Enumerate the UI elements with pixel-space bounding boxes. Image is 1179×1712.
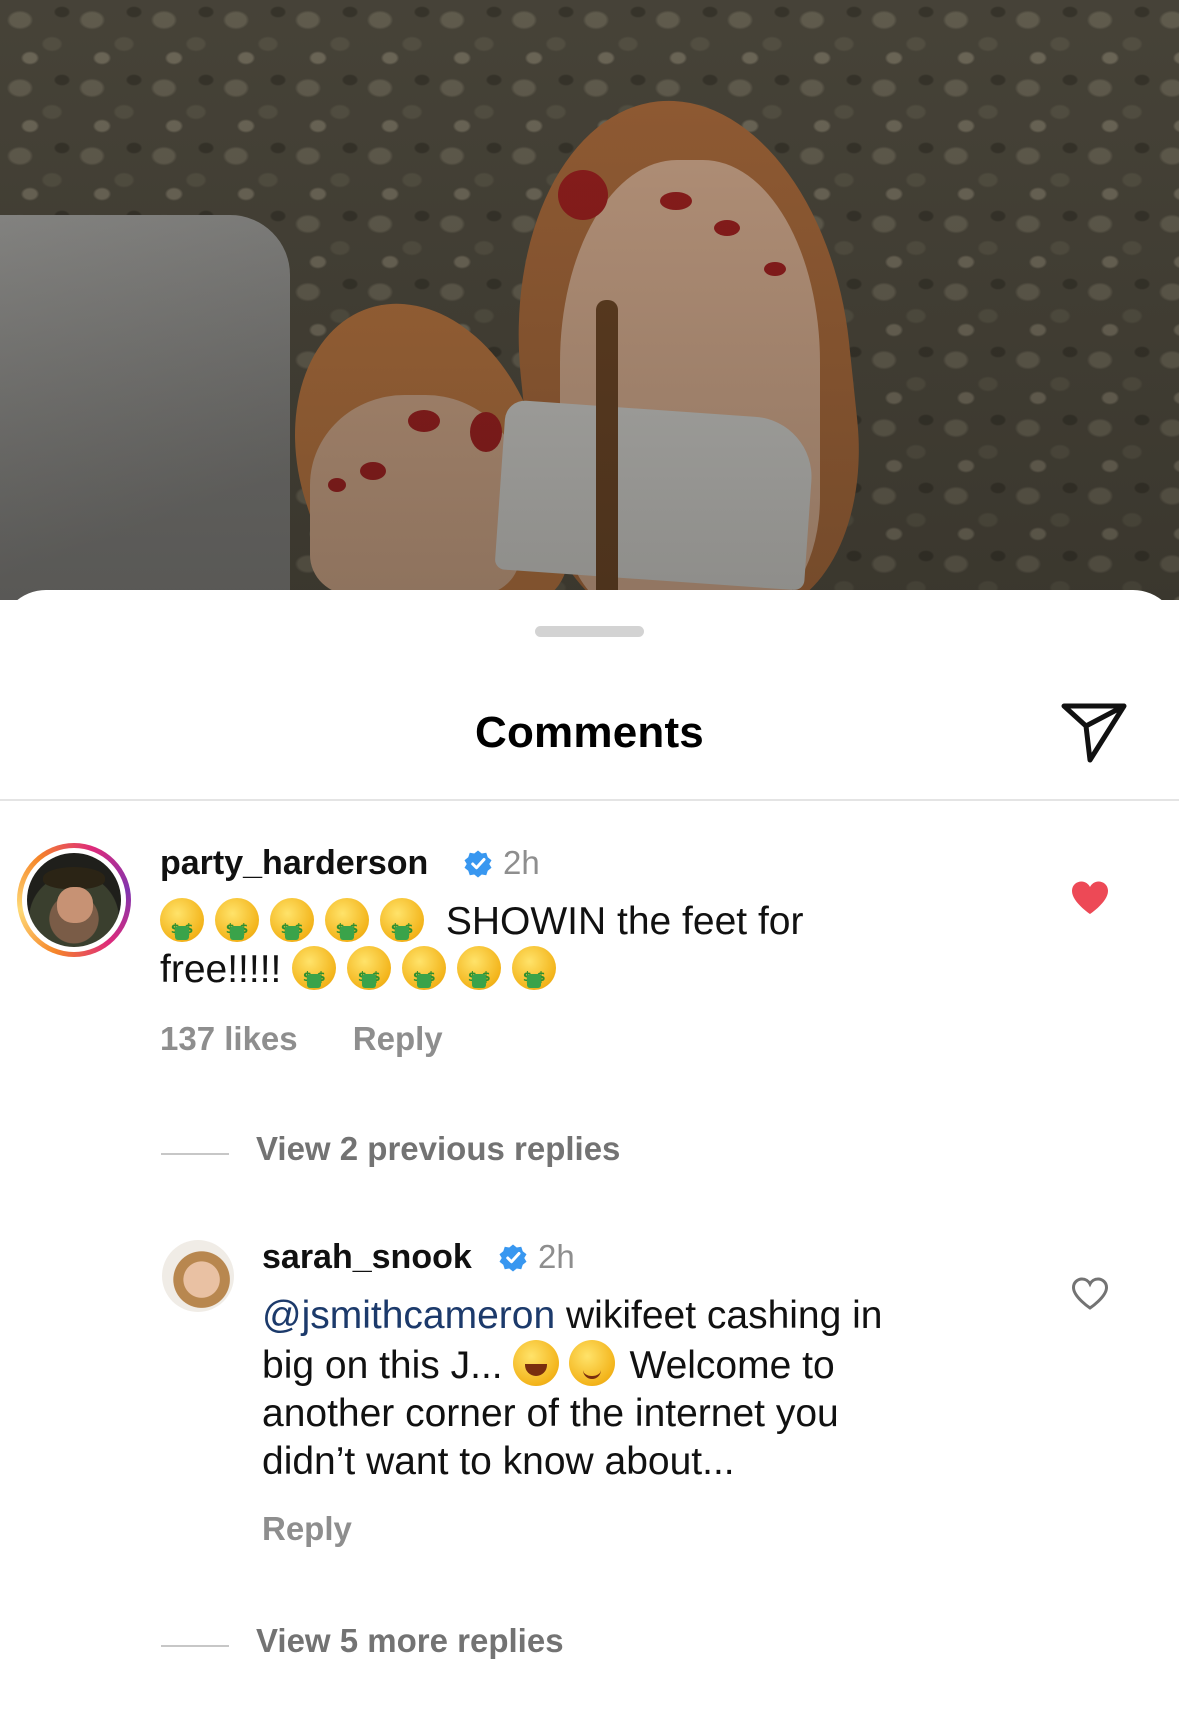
reply-button[interactable]: Reply xyxy=(262,1510,352,1547)
comment-text-part: didn’t want to know about... xyxy=(262,1440,735,1483)
comment-text-part: free!!!!! xyxy=(160,948,282,991)
avatar-hat xyxy=(43,867,105,889)
reply-button[interactable]: Reply xyxy=(353,1020,443,1057)
money-mouth-face-icon xyxy=(380,898,424,954)
avatar-photo xyxy=(27,853,121,947)
money-mouth-face-icon xyxy=(215,898,259,954)
money-mouth-face-icon xyxy=(292,946,337,1002)
heart-filled-icon[interactable] xyxy=(1070,880,1110,916)
comments-sheet: Comments party_harderson 2h SHOWIN the f… xyxy=(0,590,1179,1712)
winking-face-icon xyxy=(569,1340,616,1386)
sheet-grabber[interactable] xyxy=(535,626,644,637)
money-mouth-face-icon xyxy=(512,946,557,1002)
comment-meta: 137 likes Reply xyxy=(160,1020,443,1058)
comment-username[interactable]: party_harderson xyxy=(160,844,428,883)
view-replies-line xyxy=(161,1645,229,1647)
comment-username[interactable]: sarah_snook xyxy=(262,1238,472,1277)
comment-text-part: big on this J... xyxy=(262,1344,514,1387)
comment-text-part: wikifeet cashing in xyxy=(555,1294,883,1337)
comment-text-part: another corner of the internet you xyxy=(262,1392,839,1435)
avatar[interactable] xyxy=(17,843,131,957)
sheet-title: Comments xyxy=(475,708,704,757)
verified-badge-icon xyxy=(464,850,492,878)
likes-count[interactable]: 137 likes xyxy=(160,1020,298,1057)
money-mouth-face-icon xyxy=(457,946,502,1002)
comment-meta: Reply xyxy=(262,1510,352,1548)
comment-text: @jsmithcameron wikifeet cashing in big o… xyxy=(262,1292,1082,1486)
money-mouth-face-icon xyxy=(325,898,369,954)
avatar-face xyxy=(57,887,93,923)
comment-text: SHOWIN the feet for free!!!!! xyxy=(160,898,1060,1002)
view-previous-replies-button[interactable]: View 2 previous replies xyxy=(256,1130,620,1168)
comment-time: 2h xyxy=(538,1238,575,1275)
comment-text-part: SHOWIN the feet for xyxy=(445,900,804,943)
mention-link[interactable]: @jsmithcameron xyxy=(262,1294,555,1337)
photo-dim-overlay xyxy=(0,0,1179,600)
money-mouth-face-icon xyxy=(270,898,314,954)
share-icon[interactable] xyxy=(1060,702,1128,764)
tears-of-joy-icon xyxy=(513,1340,560,1386)
verified-badge-icon xyxy=(499,1244,527,1272)
header-divider xyxy=(0,799,1179,801)
comment-text-part: Welcome to xyxy=(629,1344,835,1387)
view-more-replies-button[interactable]: View 5 more replies xyxy=(256,1622,564,1660)
post-photo xyxy=(0,0,1179,600)
heart-outline-icon[interactable] xyxy=(1070,1276,1110,1312)
comment-time: 2h xyxy=(503,844,540,881)
view-replies-line xyxy=(161,1153,229,1155)
money-mouth-face-icon xyxy=(347,946,392,1002)
money-mouth-face-icon xyxy=(402,946,447,1002)
avatar[interactable] xyxy=(162,1240,234,1312)
money-mouth-face-icon xyxy=(160,898,204,954)
